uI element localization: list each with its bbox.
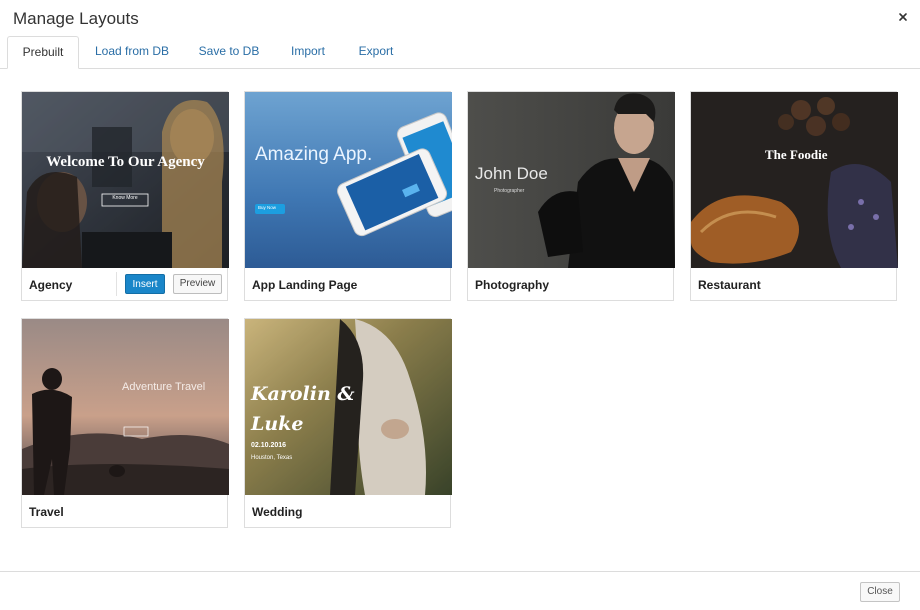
card-footer: Restaurant [691,268,896,300]
agency-thumbnail[interactable]: Welcome To Our Agency Know More [22,92,229,268]
card-footer: Wedding [245,495,450,527]
layout-card-wedding[interactable]: Karolin & Luke 02.10.2016 Houston, Texas… [244,318,452,528]
dialog-title: Manage Layouts [13,9,139,28]
layout-card-restaurant[interactable]: The Foodie Restaurant [690,91,898,301]
layout-name: Travel [29,505,64,519]
photography-thumb-heading: John Doe [475,164,548,183]
preview-button[interactable]: Preview [173,274,222,294]
layout-name: Photography [475,278,549,292]
tab-import[interactable]: Import [285,36,331,67]
divider [116,272,117,296]
layout-name: App Landing Page [252,278,358,292]
travel-thumbnail[interactable]: Adventure Travel [22,319,229,495]
card-footer: Travel [22,495,227,527]
tab-export[interactable]: Export [352,36,400,67]
tab-bar: Prebuilt Load from DB Save to DB Import … [0,36,920,69]
close-icon[interactable] [896,10,910,24]
app-thumb-heading: Amazing App. [255,144,373,165]
dialog-footer: Close [0,571,920,610]
wedding-thumb-heading: Karolin & [251,383,355,405]
restaurant-thumbnail[interactable]: The Foodie [691,92,898,268]
layout-name: Wedding [252,505,303,519]
wedding-thumb-heading-2: Luke [251,413,304,435]
wedding-thumb-date: 02.10.2016 [251,442,287,449]
agency-thumb-button: Know More [112,195,138,201]
tab-load-from-db[interactable]: Load from DB [92,36,172,67]
layout-card-photography[interactable]: John Doe Photographer Photography [467,91,675,301]
layout-card-agency[interactable]: Welcome To Our Agency Know More Agency I… [21,91,229,301]
dialog-header: Manage Layouts [0,0,920,36]
restaurant-thumb-heading: The Foodie [765,147,828,162]
layout-name: Restaurant [698,278,761,292]
tab-save-to-db[interactable]: Save to DB [194,36,264,67]
photography-thumb-sub: Photographer [494,188,525,194]
wedding-thumbnail[interactable]: Karolin & Luke 02.10.2016 Houston, Texas [245,319,452,495]
card-footer: App Landing Page [245,268,450,300]
travel-thumb-heading: Adventure Travel [122,381,206,393]
app-landing-thumbnail[interactable]: Amazing App. Buy Now [245,92,452,268]
card-footer: Agency Insert Preview [22,268,227,300]
layout-card-app-landing-page[interactable]: Amazing App. Buy Now App Landing Page [244,91,452,301]
layout-name: Agency [29,278,73,292]
tab-prebuilt[interactable]: Prebuilt [7,36,79,69]
insert-button[interactable]: Insert [125,274,165,294]
close-button[interactable]: Close [860,582,900,602]
photography-thumbnail[interactable]: John Doe Photographer [468,92,675,268]
agency-thumb-heading: Welcome To Our Agency [46,154,205,170]
card-footer: Photography [468,268,673,300]
wedding-thumb-place: Houston, Texas [251,455,293,461]
layout-card-travel[interactable]: Adventure Travel Travel [21,318,229,528]
app-thumb-button: Buy Now [258,205,277,210]
